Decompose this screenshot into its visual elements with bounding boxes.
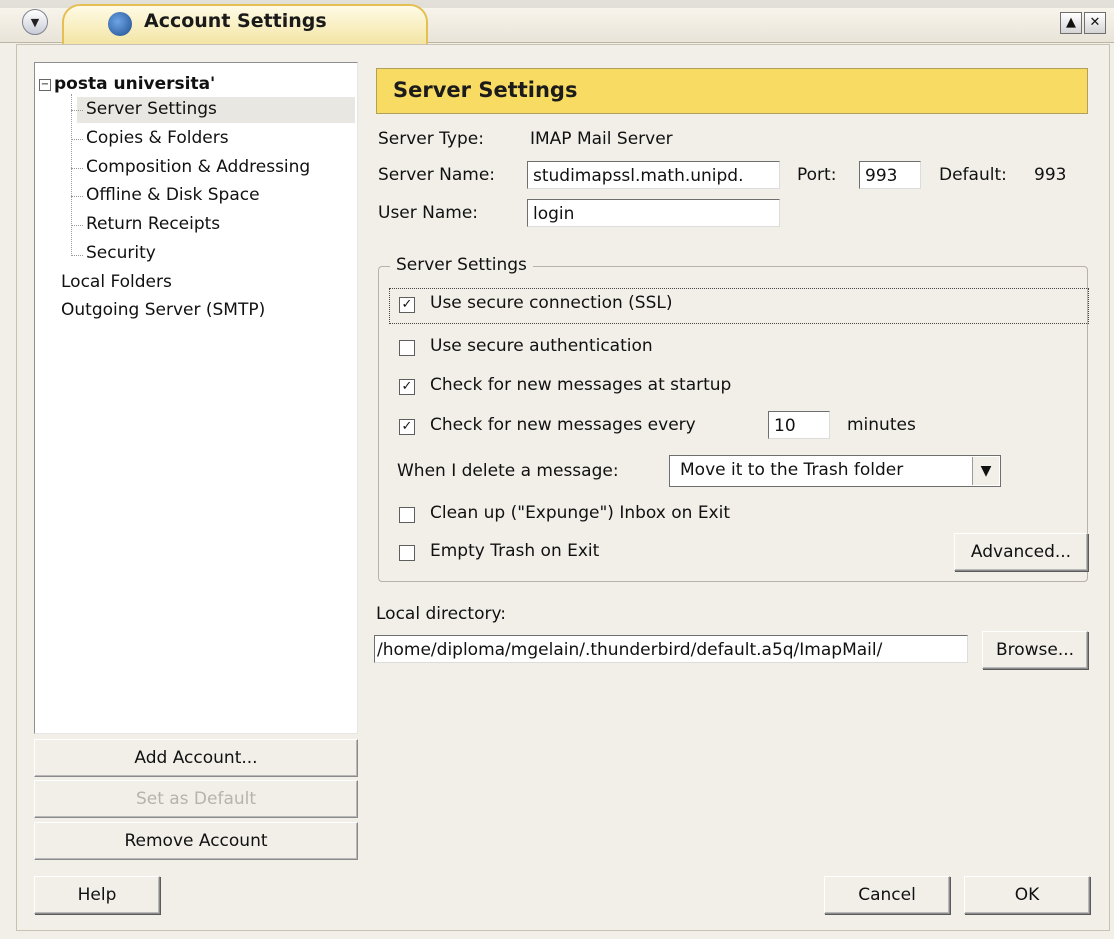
help-button[interactable]: Help bbox=[34, 876, 160, 914]
checkbox-empty-trash-label[interactable]: Empty Trash on Exit bbox=[430, 541, 599, 561]
set-default-button: Set as Default bbox=[34, 780, 358, 818]
checkbox-check-startup[interactable]: ✓ bbox=[399, 379, 415, 395]
check-interval-field[interactable]: 10 bbox=[768, 411, 830, 439]
user-name-field[interactable]: login bbox=[527, 199, 780, 227]
port-label: Port: bbox=[797, 165, 837, 185]
tree-item-local-folders[interactable]: Local Folders bbox=[61, 272, 172, 292]
window-title: Account Settings bbox=[144, 10, 327, 32]
title-tab: Account Settings bbox=[62, 4, 428, 44]
tree-connector bbox=[71, 168, 83, 169]
close-button[interactable]: ✕ bbox=[1084, 12, 1106, 34]
local-directory-field[interactable]: /home/diploma/mgelain/.thunderbird/defau… bbox=[374, 635, 968, 663]
checkbox-check-every[interactable]: ✓ bbox=[399, 419, 415, 435]
server-settings-group-title: Server Settings bbox=[390, 255, 533, 275]
tree-item-return-receipts[interactable]: Return Receipts bbox=[86, 214, 220, 234]
user-name-label: User Name: bbox=[378, 203, 479, 223]
server-name-label: Server Name: bbox=[378, 165, 496, 185]
default-port-value: 993 bbox=[1034, 165, 1067, 185]
advanced-button[interactable]: Advanced... bbox=[954, 533, 1088, 571]
tree-item-offline-disk-space[interactable]: Offline & Disk Space bbox=[86, 185, 260, 205]
window-menu-button[interactable]: ▼ bbox=[22, 9, 48, 35]
checkbox-expunge[interactable] bbox=[399, 507, 415, 523]
checkbox-expunge-label[interactable]: Clean up ("Expunge") Inbox on Exit bbox=[430, 503, 730, 523]
tree-connector bbox=[71, 255, 83, 256]
remove-account-button[interactable]: Remove Account bbox=[34, 822, 358, 860]
browse-button[interactable]: Browse... bbox=[982, 631, 1088, 669]
cancel-button[interactable]: Cancel bbox=[824, 876, 950, 914]
tree-item-server-settings[interactable]: Server Settings bbox=[86, 99, 217, 119]
tree-item-copies-folders[interactable]: Copies & Folders bbox=[86, 128, 229, 148]
tree-connector bbox=[71, 225, 83, 226]
server-type-label: Server Type: bbox=[378, 129, 484, 149]
checkbox-check-every-label[interactable]: Check for new messages every bbox=[430, 415, 696, 435]
dropdown-arrow-icon[interactable]: ▼ bbox=[972, 457, 999, 485]
checkbox-secure-auth-label[interactable]: Use secure authentication bbox=[430, 336, 653, 356]
close-icon: ✕ bbox=[1089, 15, 1101, 30]
chevron-down-icon: ▼ bbox=[30, 15, 40, 29]
tree-item-security[interactable]: Security bbox=[86, 243, 156, 263]
panel-title: Server Settings bbox=[393, 78, 578, 102]
tree-connector bbox=[71, 196, 83, 197]
delete-action-select[interactable]: Move it to the Trash folder ▼ bbox=[669, 455, 1001, 487]
checkbox-secure-auth[interactable] bbox=[399, 340, 415, 356]
check-interval-unit: minutes bbox=[847, 415, 916, 435]
tree-connector bbox=[71, 110, 83, 111]
thunderbird-icon bbox=[108, 12, 132, 36]
checkbox-ssl[interactable]: ✓ bbox=[399, 297, 415, 313]
maximize-button[interactable]: ▲ bbox=[1060, 12, 1082, 34]
checkbox-ssl-label[interactable]: Use secure connection (SSL) bbox=[430, 293, 672, 313]
add-account-button[interactable]: Add Account... bbox=[34, 739, 358, 777]
tree-connector bbox=[71, 94, 72, 256]
checkbox-empty-trash[interactable] bbox=[399, 545, 415, 561]
tree-item-outgoing-server[interactable]: Outgoing Server (SMTP) bbox=[61, 300, 265, 320]
collapse-icon[interactable]: − bbox=[39, 79, 51, 91]
tree-connector bbox=[71, 139, 83, 140]
default-port-label: Default: bbox=[939, 165, 1007, 185]
delete-action-label: When I delete a message: bbox=[397, 461, 619, 481]
tree-item-composition-addressing[interactable]: Composition & Addressing bbox=[86, 157, 310, 177]
delete-action-value: Move it to the Trash folder bbox=[680, 460, 904, 480]
local-directory-label: Local directory: bbox=[376, 604, 507, 624]
panel-header: Server Settings bbox=[376, 68, 1088, 114]
server-name-field[interactable]: studimapssl.math.unipd. bbox=[527, 161, 780, 189]
server-type-value: IMAP Mail Server bbox=[530, 129, 673, 149]
maximize-icon: ▲ bbox=[1066, 15, 1076, 30]
tree-root-posta-universita[interactable]: posta universita' bbox=[54, 74, 215, 94]
checkbox-check-startup-label[interactable]: Check for new messages at startup bbox=[430, 375, 731, 395]
port-field[interactable]: 993 bbox=[859, 161, 921, 189]
ok-button[interactable]: OK bbox=[964, 876, 1090, 914]
